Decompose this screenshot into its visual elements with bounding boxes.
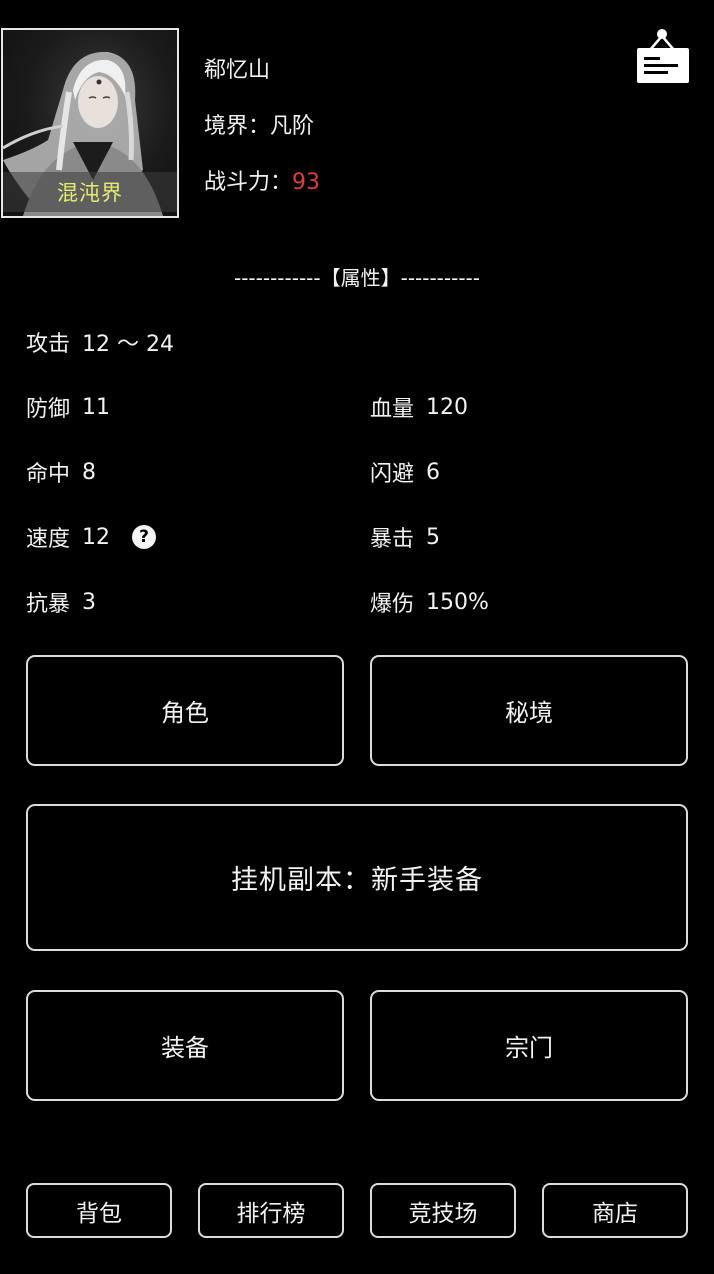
nav-leaderboard[interactable]: 排行榜 — [198, 1183, 344, 1238]
stat-crit-resist: 抗暴 3 — [26, 586, 96, 618]
stat-label: 爆伤 — [370, 592, 415, 617]
stat-speed: 速度 12 ? — [26, 521, 157, 553]
combat-power-label: 战斗力： — [204, 170, 293, 195]
stat-label: 防御 — [26, 397, 71, 422]
stat-value: 150% — [426, 589, 489, 615]
notice-board-button[interactable] — [634, 26, 690, 84]
attributes-header: ------------【属性】----------- — [234, 266, 480, 290]
stat-value: 12 ～ 24 — [82, 332, 174, 357]
hanging-sign-icon — [637, 29, 689, 83]
secret-realm-button[interactable]: 秘境 — [370, 655, 688, 766]
stat-label: 血量 — [370, 397, 415, 422]
equipment-button[interactable]: 装备 — [26, 990, 344, 1101]
character-avatar[interactable]: 混沌界 — [1, 28, 179, 218]
combat-power-value: 93 — [292, 170, 321, 195]
stat-label: 速度 — [26, 527, 71, 552]
stat-defense: 防御 11 — [26, 391, 110, 423]
realm-value: 凡阶 — [270, 114, 315, 139]
help-icon[interactable]: ? — [132, 525, 157, 549]
stat-label: 抗暴 — [26, 592, 71, 617]
stat-label: 闪避 — [370, 462, 415, 487]
nav-shop[interactable]: 商店 — [542, 1183, 688, 1238]
stat-value: 3 — [82, 589, 97, 615]
realm-row: 境界：凡阶 — [204, 108, 314, 140]
character-name: 郗忆山 — [204, 58, 271, 83]
stat-attack: 攻击 12 ～ 24 — [26, 326, 174, 358]
character-button[interactable]: 角色 — [26, 655, 344, 766]
nav-arena[interactable]: 竞技场 — [370, 1183, 516, 1238]
stat-label: 暴击 — [370, 527, 415, 552]
stat-value: 12 — [82, 524, 111, 550]
combat-power-row: 战斗力：93 — [204, 164, 320, 196]
stat-value: 11 — [82, 394, 111, 420]
stat-crit-damage: 爆伤 150% — [370, 586, 489, 618]
sect-button[interactable]: 宗门 — [370, 990, 688, 1101]
avatar-world-label: 混沌界 — [3, 172, 177, 212]
stat-value: 5 — [426, 524, 441, 550]
stat-value: 8 — [82, 459, 97, 485]
stat-evasion: 闪避 6 — [370, 456, 440, 488]
stat-accuracy: 命中 8 — [26, 456, 96, 488]
stat-crit: 暴击 5 — [370, 521, 440, 553]
realm-label: 境界： — [204, 114, 271, 139]
stat-label: 命中 — [26, 462, 71, 487]
stat-label: 攻击 — [26, 332, 71, 357]
stat-value: 6 — [426, 459, 441, 485]
idle-dungeon-button[interactable]: 挂机副本：新手装备 — [26, 804, 688, 951]
stat-hp: 血量 120 — [370, 391, 468, 423]
stat-value: 120 — [426, 394, 469, 420]
nav-backpack[interactable]: 背包 — [26, 1183, 172, 1238]
